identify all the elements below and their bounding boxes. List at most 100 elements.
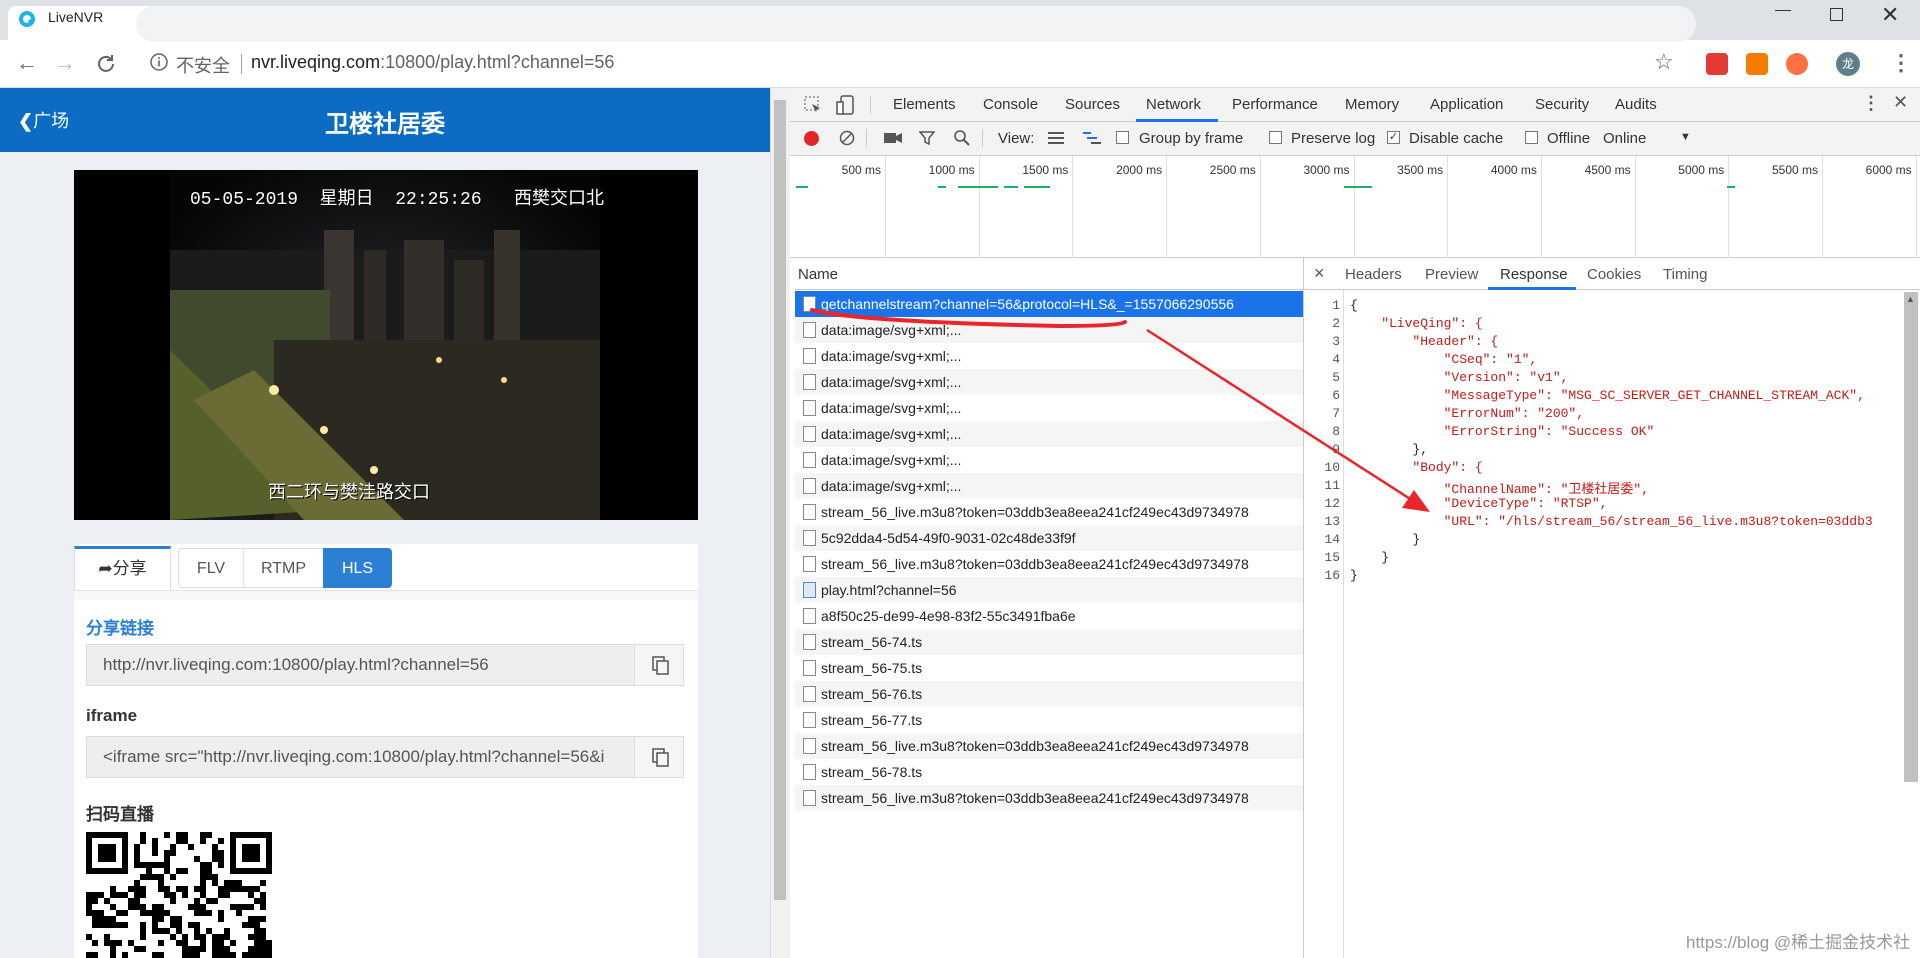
fe-extension-icon[interactable] xyxy=(1706,53,1728,75)
filter-icon[interactable] xyxy=(919,130,935,146)
request-row[interactable]: stream_56-75.ts xyxy=(795,655,1303,681)
extension-icon[interactable] xyxy=(1746,53,1768,75)
tab-console[interactable]: Console xyxy=(983,96,1038,113)
avatar[interactable]: 龙 xyxy=(1836,52,1860,76)
throttling-select[interactable]: Online xyxy=(1603,130,1646,147)
search-icon[interactable] xyxy=(953,129,971,147)
devtools-menu-icon[interactable]: ⋮ xyxy=(1862,93,1880,114)
request-row[interactable]: data:image/svg+xml;... xyxy=(795,317,1303,343)
iframe-field[interactable]: <iframe src="http://nvr.liveqing.com:108… xyxy=(86,736,636,778)
request-row[interactable]: stream_56_live.m3u8?token=03ddb3ea8eea24… xyxy=(795,551,1303,577)
rtmp-button[interactable]: RTMP xyxy=(243,548,324,588)
request-row[interactable]: data:image/svg+xml;... xyxy=(795,395,1303,421)
minimize-icon[interactable] xyxy=(1775,10,1791,11)
file-icon xyxy=(803,790,816,806)
tab-cookies[interactable]: Cookies xyxy=(1587,266,1641,283)
lifebuoy-extension-icon[interactable] xyxy=(1786,53,1808,75)
maximize-icon[interactable] xyxy=(1830,8,1843,21)
file-icon xyxy=(803,530,816,546)
tab-elements[interactable]: Elements xyxy=(893,96,956,113)
address-bar[interactable] xyxy=(136,6,1696,42)
menu-icon[interactable]: ⋮ xyxy=(1890,50,1912,76)
camera-icon[interactable] xyxy=(884,131,902,145)
response-code-line: "Header": { xyxy=(1350,334,1499,349)
window-close-icon[interactable]: ✕ xyxy=(1881,2,1899,28)
tab-timing[interactable]: Timing xyxy=(1663,266,1707,283)
group-by-frame-checkbox[interactable] xyxy=(1116,131,1129,144)
qr-module xyxy=(170,898,176,904)
tab-application[interactable]: Application xyxy=(1430,96,1503,113)
name-column-header[interactable]: Name xyxy=(798,266,838,283)
request-row[interactable]: data:image/svg+xml;... xyxy=(795,447,1303,473)
address-url[interactable]: nvr.liveqing.com:10800/play.html?channel… xyxy=(251,52,614,73)
copy-share-link-button[interactable] xyxy=(634,644,684,686)
request-row[interactable]: data:image/svg+xml;... xyxy=(795,473,1303,499)
qr-module xyxy=(122,952,128,958)
list-view-icon[interactable] xyxy=(1048,132,1064,144)
tab-preview[interactable]: Preview xyxy=(1425,266,1478,283)
tab-audits[interactable]: Audits xyxy=(1615,96,1657,113)
qr-module xyxy=(158,880,164,886)
tab-share[interactable]: ➦分享 xyxy=(74,546,171,590)
video-player[interactable]: 05-05-2019 星期日 22:25:26 西樊交口北 西二环与樊洼路交口 xyxy=(74,170,698,520)
waterfall-view-icon[interactable] xyxy=(1083,132,1101,144)
chevron-down-icon[interactable]: ▼ xyxy=(1680,131,1691,143)
request-row[interactable]: stream_56_live.m3u8?token=03ddb3ea8eea24… xyxy=(795,785,1303,811)
scroll-up-icon[interactable]: ▲ xyxy=(1906,294,1915,304)
hls-button[interactable]: HLS xyxy=(323,548,392,588)
request-row[interactable]: stream_56-78.ts xyxy=(795,759,1303,785)
reload-icon[interactable] xyxy=(96,53,116,73)
response-scrollbar[interactable] xyxy=(1904,292,1918,782)
qr-module xyxy=(98,910,104,916)
tab-headers[interactable]: Headers xyxy=(1345,266,1402,283)
tab-memory[interactable]: Memory xyxy=(1345,96,1399,113)
offline-checkbox[interactable] xyxy=(1525,131,1538,144)
response-code-line: "Version": "v1", xyxy=(1350,370,1569,385)
qr-module xyxy=(266,940,272,946)
file-icon xyxy=(803,400,816,416)
request-row[interactable]: data:image/svg+xml;... xyxy=(795,343,1303,369)
request-row[interactable]: getchannelstream?channel=56&protocol=HLS… xyxy=(795,291,1303,317)
request-row[interactable]: stream_56-77.ts xyxy=(795,707,1303,733)
flv-button[interactable]: FLV xyxy=(178,548,244,588)
forward-icon[interactable]: → xyxy=(54,50,76,76)
info-icon[interactable] xyxy=(150,53,168,71)
copy-iframe-button[interactable] xyxy=(634,736,684,778)
close-detail-icon[interactable]: × xyxy=(1314,263,1325,284)
request-row[interactable]: a8f50c25-de99-4e98-83f2-55c3491fba6e xyxy=(795,603,1303,629)
qr-module xyxy=(116,910,122,916)
qr-module xyxy=(104,916,110,922)
response-code-line: "ErrorString": "Success OK" xyxy=(1350,424,1655,439)
insecure-label[interactable]: 不安全 xyxy=(176,52,230,78)
inspect-icon[interactable] xyxy=(804,96,822,114)
timeline-tick-label: 2000 ms xyxy=(1116,163,1163,177)
clear-icon[interactable] xyxy=(839,130,855,146)
tab-performance[interactable]: Performance xyxy=(1232,96,1318,113)
scrollbar-thumb[interactable] xyxy=(774,100,786,900)
response-code-line: "MessageType": "MSG_SC_SERVER_GET_CHANNE… xyxy=(1350,388,1865,403)
devtools-close-icon[interactable]: ✕ xyxy=(1893,92,1908,113)
request-row[interactable]: play.html?channel=56 xyxy=(795,577,1303,603)
request-row[interactable]: stream_56-74.ts xyxy=(795,629,1303,655)
address-host: nvr.liveqing.com xyxy=(251,52,381,72)
tab-sources[interactable]: Sources xyxy=(1065,96,1120,113)
request-row[interactable]: 5c92dda4-5d54-49f0-9031-02c48de33f9f xyxy=(795,525,1303,551)
request-row[interactable]: stream_56-76.ts xyxy=(795,681,1303,707)
request-row[interactable]: data:image/svg+xml;... xyxy=(795,421,1303,447)
bookmark-star-icon[interactable]: ☆ xyxy=(1654,49,1674,75)
share-link-field[interactable]: http://nvr.liveqing.com:10800/play.html?… xyxy=(86,644,636,686)
request-row[interactable]: stream_56_live.m3u8?token=03ddb3ea8eea24… xyxy=(795,733,1303,759)
back-icon[interactable]: ← xyxy=(16,50,38,76)
line-number: 11 xyxy=(1324,478,1340,493)
preserve-log-checkbox[interactable] xyxy=(1269,131,1282,144)
device-toolbar-icon[interactable] xyxy=(836,95,856,115)
tab-response[interactable]: Response xyxy=(1500,266,1568,283)
request-row[interactable]: data:image/svg+xml;... xyxy=(795,369,1303,395)
request-row[interactable]: stream_56_live.m3u8?token=03ddb3ea8eea24… xyxy=(795,499,1303,525)
tab-security[interactable]: Security xyxy=(1535,96,1589,113)
disable-cache-checkbox[interactable]: ✓ xyxy=(1387,131,1400,144)
tab-network[interactable]: Network xyxy=(1146,96,1201,113)
qr-module xyxy=(128,940,134,946)
timeline-gridline xyxy=(1353,156,1355,258)
record-icon[interactable] xyxy=(804,131,819,146)
